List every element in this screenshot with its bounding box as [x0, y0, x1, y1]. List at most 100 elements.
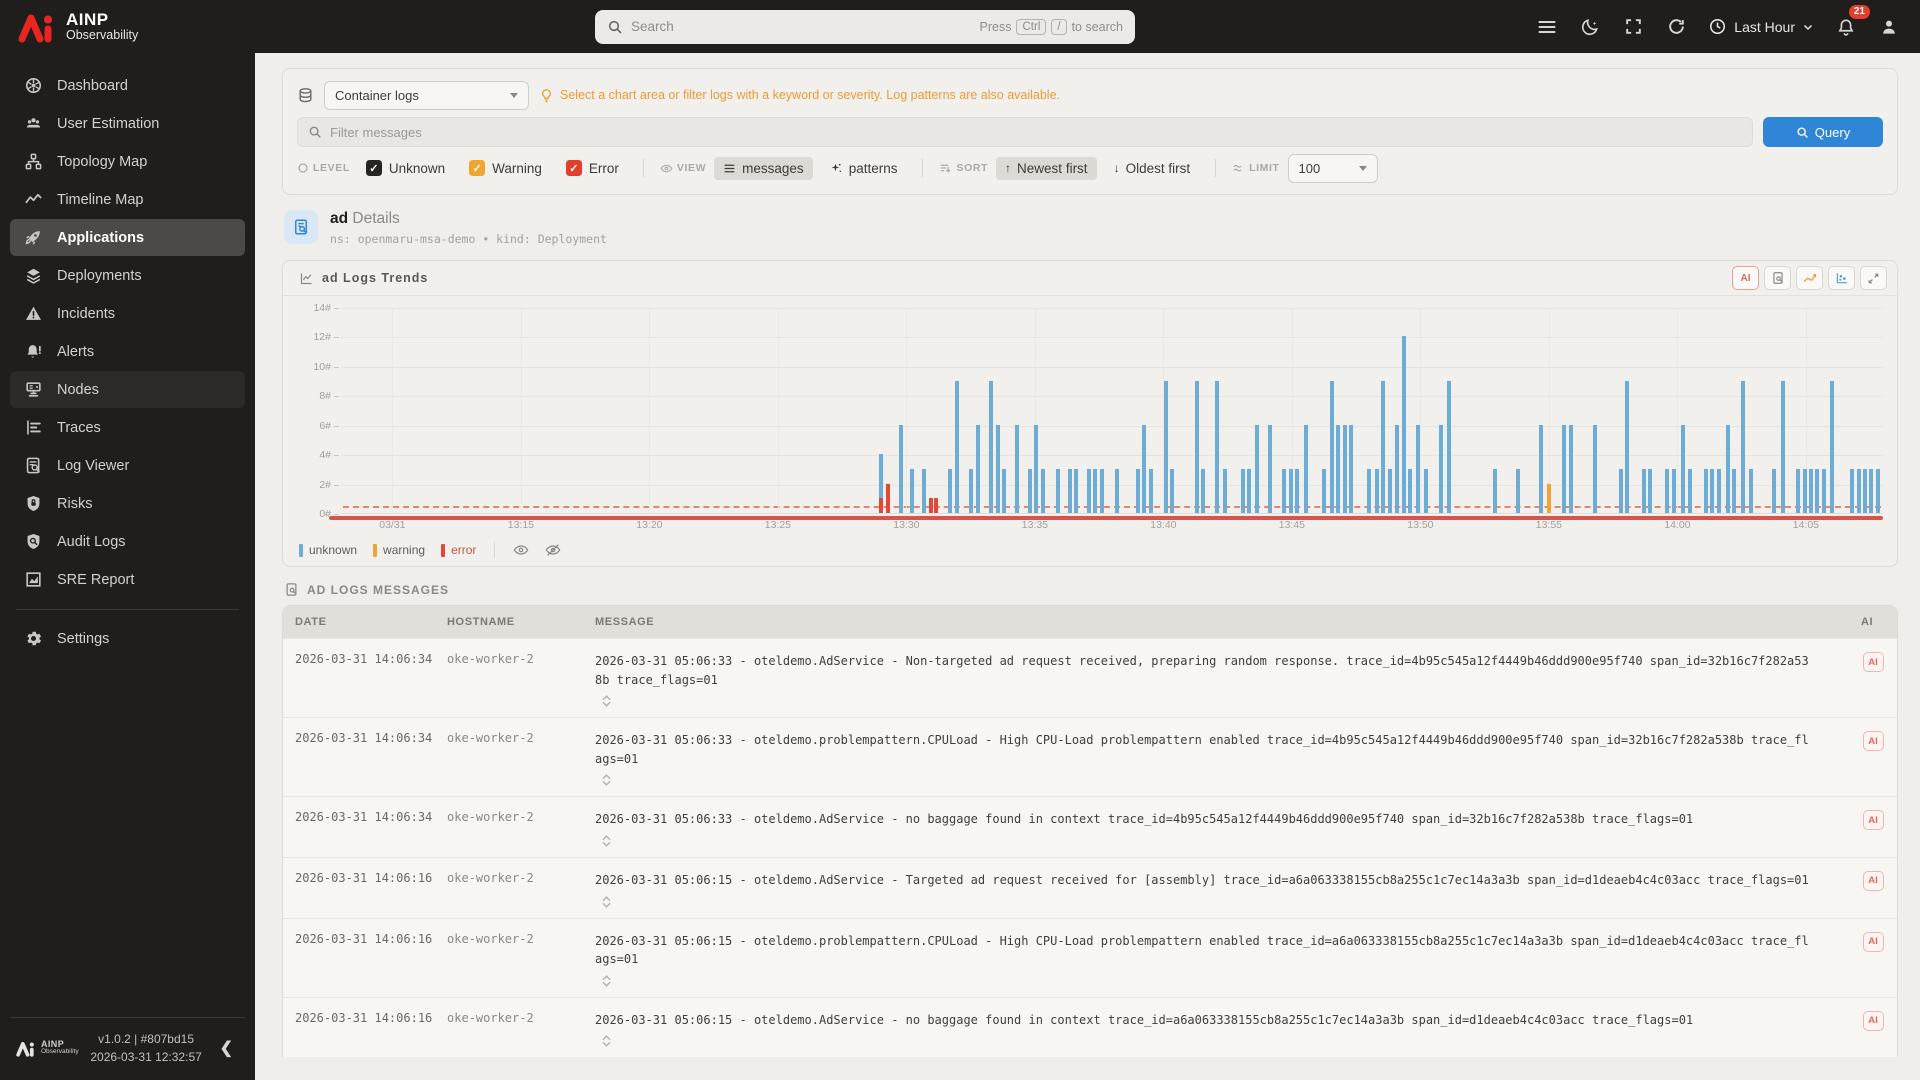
log-count-bar[interactable] [1593, 424, 1598, 513]
log-count-bar[interactable] [1336, 424, 1341, 513]
sidebar-item-incidents[interactable]: Incidents [10, 295, 245, 332]
log-count-bar[interactable] [1295, 468, 1300, 513]
log-count-bar[interactable] [1771, 468, 1776, 513]
log-count-bar[interactable] [1215, 380, 1220, 513]
fullscreen-icon[interactable] [1616, 10, 1650, 44]
log-count-bar[interactable] [1492, 468, 1497, 513]
log-count-bar[interactable] [1446, 380, 1451, 513]
expand-row-control[interactable] [599, 895, 613, 908]
log-count-bar[interactable] [989, 380, 994, 513]
log-count-bar[interactable] [909, 468, 914, 513]
log-count-bar[interactable] [1329, 380, 1334, 513]
log-count-bar[interactable] [1002, 468, 1007, 513]
log-count-bar[interactable] [1815, 468, 1820, 513]
log-count-bar[interactable] [1381, 380, 1386, 513]
log-count-bar[interactable] [1710, 468, 1715, 513]
view-toggle-messages[interactable]: messages [714, 156, 813, 180]
log-count-bar[interactable] [1829, 380, 1834, 513]
log-count-bar[interactable] [1562, 424, 1567, 513]
log-count-bar[interactable] [948, 468, 953, 513]
sidebar-item-risks[interactable]: Risks [10, 485, 245, 522]
global-search[interactable]: Press Ctrl / to search [595, 9, 1135, 44]
limit-select[interactable]: 100 [1287, 153, 1378, 183]
log-count-bar[interactable] [1241, 468, 1246, 513]
log-count-bar[interactable] [1255, 424, 1260, 513]
log-count-bar[interactable] [1163, 380, 1168, 513]
log-count-bar[interactable] [976, 424, 981, 513]
log-count-bar[interactable] [1688, 468, 1693, 513]
dark-mode-icon[interactable] [1573, 10, 1607, 44]
user-avatar[interactable] [1872, 10, 1906, 44]
table-row[interactable]: 2026-03-31 14:06:16 oke-worker-2 2026-03-3… [283, 996, 1897, 1058]
log-count-bar[interactable] [1641, 468, 1646, 513]
expand-row-control[interactable] [599, 774, 613, 787]
log-count-bar[interactable] [1850, 468, 1855, 513]
log-count-bar[interactable] [1322, 468, 1327, 513]
sort-toggle-oldest[interactable]: ↓ Oldest first [1105, 157, 1200, 180]
notifications-bell[interactable]: 21 [1829, 4, 1870, 44]
row-ai-button[interactable]: AI [1862, 652, 1884, 672]
log-count-bar[interactable] [954, 380, 959, 513]
log-count-bar[interactable] [1366, 468, 1371, 513]
logs-trends-plot[interactable]: 0# 2# 4# 6# 8# 10# 12# 14# 03/31 13:15 13:20 13:25 1… [313, 302, 1883, 531]
log-count-bar[interactable] [1374, 468, 1379, 513]
log-count-bar[interactable] [1056, 468, 1061, 513]
legend-item-unknown[interactable]: unknown [299, 543, 357, 557]
log-count-bar[interactable] [1395, 424, 1400, 513]
row-ai-button[interactable]: AI [1862, 810, 1884, 831]
sidebar-item-timeline-map[interactable]: Timeline Map [10, 181, 245, 218]
log-count-bar[interactable] [1821, 468, 1826, 513]
log-count-bar[interactable] [1671, 468, 1676, 513]
log-count-bar[interactable] [1014, 424, 1019, 513]
log-count-bar[interactable] [1438, 424, 1443, 513]
sidebar-item-alerts[interactable]: Alerts [10, 333, 245, 370]
log-count-bar[interactable] [995, 424, 1000, 513]
table-row[interactable]: 2026-03-31 14:06:34 oke-worker-2 2026-03-3… [283, 796, 1897, 857]
expand-row-control[interactable] [599, 1035, 613, 1048]
sidebar-collapse-button[interactable]: ❮ [214, 1038, 239, 1058]
table-row[interactable]: 2026-03-31 14:06:34 oke-worker-2 2026-03-3… [283, 717, 1897, 796]
chart-ai-button[interactable]: AI [1732, 266, 1759, 290]
log-count-bar[interactable] [1665, 468, 1670, 513]
log-count-bar[interactable] [1869, 468, 1874, 513]
log-count-bar[interactable] [1703, 468, 1708, 513]
expand-row-control[interactable] [599, 835, 613, 847]
log-count-bar[interactable] [1115, 468, 1120, 513]
log-count-bar[interactable] [1780, 380, 1785, 513]
filter-messages-field[interactable] [297, 117, 1753, 147]
log-count-bar[interactable] [1099, 468, 1104, 513]
sidebar-item-settings[interactable]: Settings [10, 620, 245, 657]
sort-toggle-newest[interactable]: ↑ Newest first [996, 156, 1097, 180]
log-count-bar[interactable] [1802, 468, 1807, 513]
log-count-bar[interactable] [1201, 468, 1206, 513]
table-row[interactable]: 2026-03-31 14:06:34 oke-worker-2 2026-03-3… [283, 638, 1897, 717]
row-ai-button[interactable]: AI [1862, 1010, 1884, 1031]
search-input[interactable] [631, 19, 972, 34]
time-range-selector[interactable]: Last Hour [1702, 17, 1820, 36]
log-count-bar[interactable] [1516, 468, 1521, 513]
log-count-bar[interactable] [1135, 468, 1140, 513]
sidebar-item-deployments[interactable]: Deployments [10, 257, 245, 294]
log-count-bar[interactable] [1740, 380, 1745, 513]
log-count-bar[interactable] [1067, 468, 1072, 513]
log-count-bar[interactable] [1546, 483, 1551, 513]
log-count-bar[interactable] [1074, 468, 1079, 513]
log-count-bar[interactable] [922, 468, 927, 513]
log-count-bar[interactable] [1856, 468, 1861, 513]
log-count-bar[interactable] [899, 424, 904, 513]
log-count-bar[interactable] [1194, 380, 1199, 513]
log-count-bar[interactable] [1863, 468, 1867, 513]
sidebar-item-dashboard[interactable]: Dashboard [10, 67, 245, 104]
filter-messages-input[interactable] [330, 124, 1742, 140]
log-count-bar[interactable] [1387, 468, 1392, 513]
show-all-series-icon[interactable] [513, 542, 529, 558]
log-count-bar[interactable] [933, 498, 938, 513]
level-checkbox-error[interactable]: ✓ Error [565, 160, 619, 176]
log-count-bar[interactable] [1034, 424, 1039, 513]
query-button[interactable]: Query [1763, 117, 1883, 147]
level-checkbox-warning[interactable]: ✓ Warning [469, 160, 542, 176]
log-source-select[interactable]: Container logs [324, 80, 529, 110]
chart-log-detail-button[interactable] [1764, 266, 1791, 290]
sidebar-item-user-estimation[interactable]: User Estimation [10, 105, 245, 142]
refresh-icon[interactable] [1659, 10, 1693, 44]
